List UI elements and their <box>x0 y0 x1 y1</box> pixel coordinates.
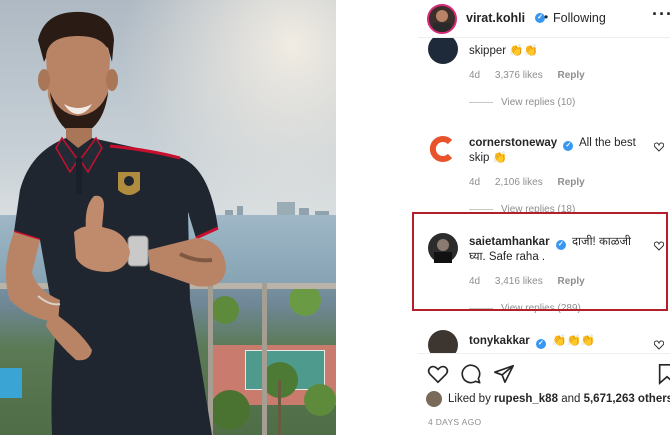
post-header: virat.kohli ✓ • Following ··· <box>418 0 670 38</box>
liker-avatar[interactable] <box>426 391 442 407</box>
comment-likes[interactable]: 3,376 likes <box>495 70 543 81</box>
more-options-icon[interactable]: ··· <box>652 4 670 25</box>
comment-item: skipper 👏👏 4d 3,376 likes Reply View rep… <box>418 38 670 120</box>
divider-line <box>469 208 493 210</box>
comment-age: 4d <box>469 70 481 81</box>
author-avatar[interactable] <box>427 4 457 34</box>
liked-by-summary[interactable]: Liked by rupesh_k88 and 5,671,263 others <box>448 393 670 405</box>
view-replies-button[interactable]: View replies (10) <box>469 97 575 108</box>
person-figure <box>5 11 226 435</box>
like-heart-icon[interactable] <box>654 340 664 350</box>
following-button[interactable]: Following <box>553 11 606 25</box>
comment-text: tonykakkar ✓ 👏👏👏 <box>469 334 639 349</box>
comment-text: cornerstoneway ✓ All the best skip 👏 <box>469 136 639 166</box>
comment-body: 👏👏👏 <box>552 335 596 347</box>
comment-meta: 4d 3,376 likes Reply <box>469 70 597 81</box>
liked-by-prefix: Liked by <box>448 393 491 405</box>
post-timestamp[interactable]: 4 DAYS AGO <box>428 417 481 427</box>
comment-bubble-icon[interactable] <box>460 363 482 385</box>
divider-line <box>469 101 493 103</box>
comment-meta: 4d 2,106 likes Reply <box>469 177 597 188</box>
reply-button[interactable]: Reply <box>558 70 585 81</box>
liker-username[interactable]: rupesh_k88 <box>494 393 558 405</box>
comment-item: tonykakkar ✓ 👏👏👏 <box>418 330 670 353</box>
commenter-username[interactable]: cornerstoneway <box>469 137 557 149</box>
header-separator: • <box>544 10 549 24</box>
verified-badge-icon: ✓ <box>563 141 574 151</box>
likes-count[interactable]: 5,671,263 others <box>584 393 670 405</box>
share-send-icon[interactable] <box>493 363 515 385</box>
bookmark-icon[interactable] <box>656 363 670 385</box>
like-heart-icon[interactable] <box>654 142 664 152</box>
liked-by-and: and <box>561 393 581 405</box>
reply-button[interactable]: Reply <box>558 177 585 188</box>
post-actions-bar: Liked by rupesh_k88 and 5,671,263 others… <box>418 353 670 435</box>
comment-likes[interactable]: 2,106 likes <box>495 177 543 188</box>
comment-item: cornerstoneway ✓ All the best skip 👏 4d … <box>418 132 670 222</box>
commenter-avatar[interactable] <box>428 134 458 164</box>
verified-badge-icon: ✓ <box>535 339 546 349</box>
commenter-avatar[interactable] <box>428 330 458 353</box>
post-photo[interactable] <box>0 0 336 435</box>
commenter-username[interactable]: tonykakkar <box>469 335 530 347</box>
like-heart-icon[interactable] <box>427 363 449 385</box>
author-username[interactable]: virat.kohli <box>466 11 525 25</box>
comment-age: 4d <box>469 177 481 188</box>
comment-text: skipper 👏👏 <box>469 45 538 57</box>
highlight-box <box>412 212 668 311</box>
commenter-avatar[interactable] <box>428 38 458 64</box>
